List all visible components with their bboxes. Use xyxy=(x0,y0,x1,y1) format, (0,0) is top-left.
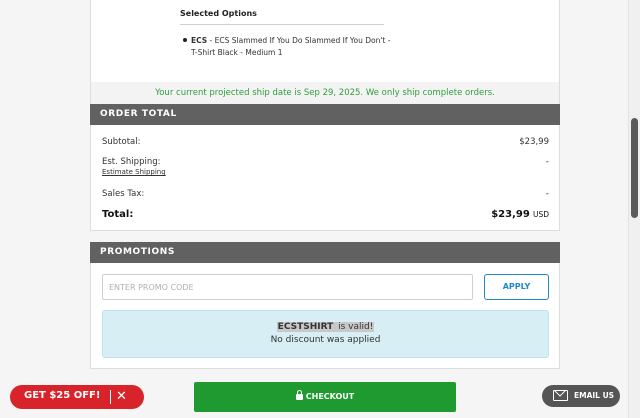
email-us-button[interactable]: EMAIL US xyxy=(542,385,620,407)
ship-date-notice: Your current projected ship date is Sep … xyxy=(90,82,560,104)
envelope-icon xyxy=(553,390,568,401)
bullet-icon xyxy=(183,38,187,42)
promotions-panel: APPLY ECSTSHIRT is valid! No discount wa… xyxy=(90,263,560,369)
total-label: Total: xyxy=(102,209,134,220)
promo-valid-text: is valid! xyxy=(334,322,375,332)
scrollbar-thumb[interactable] xyxy=(631,118,638,218)
total-currency: USD xyxy=(532,210,549,219)
shipping-label: Est. Shipping: xyxy=(102,157,161,167)
divider xyxy=(180,24,384,25)
offer-label[interactable]: GET $25 OFF! xyxy=(24,390,100,401)
option-code: ECS xyxy=(191,36,208,45)
promo-code-text: ECSTSHIRT xyxy=(276,322,335,332)
get-offer-button[interactable]: GET $25 OFF! ✕ xyxy=(10,385,144,409)
total-value: $23,99 xyxy=(491,209,530,220)
apply-promo-button[interactable]: APPLY xyxy=(484,274,549,300)
option-description: - ECS Slammed If You Do Slammed If You D… xyxy=(191,36,391,57)
lock-icon xyxy=(295,390,303,400)
email-us-label[interactable]: EMAIL US xyxy=(574,391,614,400)
shipping-value: - xyxy=(545,157,549,167)
estimate-shipping-link[interactable]: Estimate Shipping xyxy=(102,168,166,176)
selected-options-title: Selected Options xyxy=(180,9,257,18)
promo-status-message: ECSTSHIRT is valid! No discount was appl… xyxy=(102,310,549,358)
promo-code-input[interactable] xyxy=(102,274,473,300)
subtotal-label: Subtotal: xyxy=(102,137,141,147)
promotions-heading: PROMOTIONS xyxy=(90,242,560,263)
order-total-heading: ORDER TOTAL xyxy=(90,104,560,125)
divider xyxy=(110,390,111,404)
checkout-label[interactable]: CHECKOUT xyxy=(306,392,355,401)
close-icon[interactable]: ✕ xyxy=(116,389,127,404)
checkout-button[interactable]: CHECKOUT xyxy=(194,382,456,412)
total-value-group: $23,99 USD xyxy=(491,209,549,220)
selected-options-card: Selected Options ECS - ECS Slammed If Yo… xyxy=(90,0,560,82)
order-total-panel: Subtotal: $23,99 Est. Shipping: - Estima… xyxy=(90,125,560,231)
promo-discount-text: No discount was applied xyxy=(270,335,381,345)
cart-page: Selected Options ECS - ECS Slammed If Yo… xyxy=(0,0,640,418)
subtotal-value: $23,99 xyxy=(519,137,549,147)
sales-tax-value: - xyxy=(545,189,549,199)
selected-option-item: ECS - ECS Slammed If You Do Slammed If Y… xyxy=(191,35,391,59)
sales-tax-label: Sales Tax: xyxy=(102,189,145,199)
